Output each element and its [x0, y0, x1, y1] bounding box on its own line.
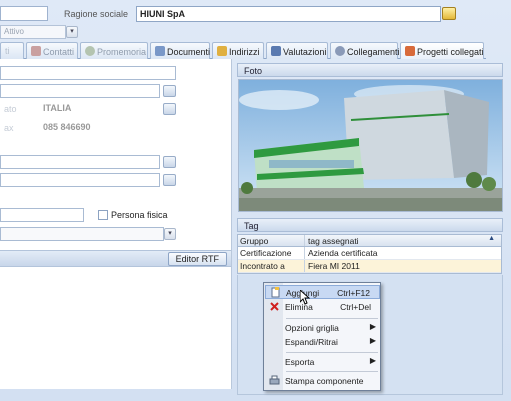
link-icon	[335, 46, 345, 56]
checklist-icon	[271, 46, 281, 56]
category-combo[interactable]	[0, 227, 164, 241]
submenu-arrow-icon: ▶	[369, 322, 376, 331]
code-field[interactable]	[0, 6, 48, 21]
grid-header: Gruppo tag assegnati ▲	[238, 235, 501, 247]
country-field[interactable]: ITALIA	[40, 102, 160, 116]
new-page-icon	[271, 287, 280, 298]
delete-x-icon	[270, 302, 279, 311]
tab-anagrafica[interactable]: ti	[0, 42, 24, 59]
printer-icon	[269, 375, 280, 385]
tab-documenti[interactable]: Documenti	[150, 42, 210, 59]
tab-progetti-collegati[interactable]: Progetti collegati	[400, 42, 484, 59]
contacts-icon	[31, 46, 41, 56]
cell-gruppo: Incontrato a	[238, 260, 305, 272]
address-icon	[217, 46, 227, 56]
lookup-icon[interactable]	[163, 85, 176, 97]
address-field[interactable]	[0, 66, 176, 80]
cell-tag: Fiera MI 2011	[308, 261, 360, 271]
ragione-sociale-field[interactable]: HIUNI SpA	[136, 6, 441, 22]
menu-separator	[286, 352, 378, 353]
context-menu: Aggiungi Ctrl+F12 Elimina Ctrl+Del Opzio…	[263, 282, 381, 391]
country-label: ato	[4, 104, 17, 114]
company-photo	[238, 79, 503, 212]
tab-collegamenti[interactable]: Collegamenti	[330, 42, 400, 59]
editor-rtf-button[interactable]: Editor RTF	[167, 252, 227, 266]
tax-code-field[interactable]	[0, 208, 84, 222]
menu-separator	[286, 371, 378, 372]
tab-bar: ti Contatti Promemoria Documenti Indiriz…	[0, 40, 486, 59]
left-form-panel: ato ITALIA ax 085 846690 Persona fisica …	[0, 59, 232, 389]
menu-item-aggiungi[interactable]: Aggiungi Ctrl+F12	[265, 285, 380, 299]
rtf-toolbar: Editor RTF	[0, 250, 231, 267]
mouse-cursor-icon	[300, 290, 310, 305]
column-gruppo[interactable]: Gruppo	[238, 235, 305, 246]
building-photo-image	[239, 80, 502, 211]
email-field[interactable]	[0, 155, 160, 169]
document-icon	[155, 46, 165, 56]
cell-tag: Azienda certificata	[308, 248, 378, 258]
table-row[interactable]: Certificazione Azienda certificata	[238, 247, 501, 260]
persona-fisica-checkbox[interactable]	[98, 210, 108, 220]
globe-icon[interactable]	[163, 174, 176, 186]
menu-item-opzioni-griglia[interactable]: Opzioni griglia ▶	[265, 321, 380, 335]
persona-fisica-label: Persona fisica	[111, 210, 168, 220]
tag-grid: Gruppo tag assegnati ▲ Certificazione Az…	[237, 234, 502, 274]
website-field[interactable]	[0, 173, 160, 187]
tab-indirizzi[interactable]: Indirizzi	[212, 42, 264, 59]
fax-label: ax	[4, 123, 14, 133]
menu-item-elimina[interactable]: Elimina Ctrl+Del	[265, 300, 380, 314]
menu-item-stampa[interactable]: Stampa componente	[265, 374, 380, 388]
clock-icon	[85, 46, 95, 56]
tab-valutazioni[interactable]: Valutazioni	[266, 42, 328, 59]
menu-separator	[286, 318, 378, 319]
projects-icon	[405, 46, 415, 56]
submenu-arrow-icon: ▶	[369, 336, 376, 345]
column-tag-assegnati[interactable]: tag assegnati ▲	[305, 235, 501, 246]
tab-contatti[interactable]: Contatti	[26, 42, 78, 59]
chevron-down-icon[interactable]: ▾	[66, 26, 78, 38]
submenu-arrow-icon: ▶	[369, 356, 376, 365]
lock-icon[interactable]	[442, 7, 456, 20]
table-row-selected[interactable]: Incontrato a Fiera MI 2011	[238, 260, 501, 273]
foto-header: Foto	[237, 63, 503, 77]
city-field[interactable]	[0, 84, 160, 98]
status-combo[interactable]: Attivo	[0, 25, 66, 39]
fax-field[interactable]: 085 846690	[40, 121, 160, 135]
cell-gruppo: Certificazione	[238, 247, 305, 259]
sort-ascending-icon: ▲	[488, 235, 495, 242]
email-icon[interactable]	[163, 156, 176, 168]
tag-header: Tag	[237, 218, 503, 232]
menu-item-espandi-ritrai[interactable]: Espandi/Ritrai ▶	[265, 335, 380, 349]
country-lookup-icon[interactable]	[163, 103, 176, 115]
menu-item-esporta[interactable]: Esporta ▶	[265, 355, 380, 369]
tab-promemoria[interactable]: Promemoria	[80, 42, 148, 59]
ragione-sociale-label: Ragione sociale	[64, 9, 129, 19]
category-chevron-icon[interactable]: ▾	[164, 228, 176, 240]
